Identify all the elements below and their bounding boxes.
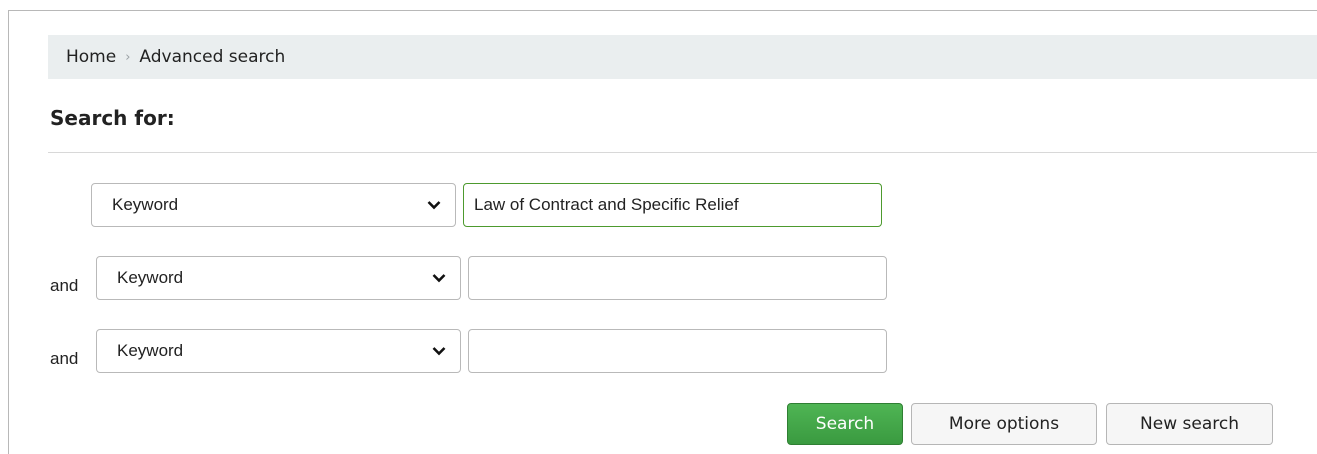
frame-top-border: [8, 10, 1317, 11]
breadcrumb-separator: ›: [125, 49, 131, 65]
breadcrumb: Home › Advanced search: [48, 35, 1317, 79]
chevron-down-icon: [427, 201, 441, 210]
chevron-down-icon: [432, 274, 446, 283]
search-index-select[interactable]: Keyword: [96, 329, 461, 373]
search-operator-label: and: [50, 276, 79, 295]
search-term-input[interactable]: [468, 329, 887, 373]
title-divider: [48, 152, 1317, 153]
page-title: Search for:: [50, 106, 175, 130]
search-index-select[interactable]: Keyword: [96, 256, 461, 300]
breadcrumb-home-link[interactable]: Home: [66, 47, 116, 67]
search-operator-label: and: [50, 349, 79, 368]
search-term-input[interactable]: [468, 256, 887, 300]
search-index-select[interactable]: Keyword: [91, 183, 456, 227]
search-index-selected: Keyword: [117, 268, 184, 287]
search-term-input[interactable]: Law of Contract and Specific Relief: [463, 183, 882, 227]
search-index-selected: Keyword: [117, 341, 184, 360]
breadcrumb-current: Advanced search: [139, 47, 286, 67]
new-search-button[interactable]: New search: [1106, 403, 1273, 445]
frame-left-border: [8, 10, 9, 454]
more-options-button[interactable]: More options: [911, 403, 1097, 445]
search-term-value: Law of Contract and Specific Relief: [474, 195, 739, 214]
chevron-down-icon: [432, 347, 446, 356]
search-index-selected: Keyword: [112, 195, 179, 214]
search-button[interactable]: Search: [787, 403, 903, 445]
